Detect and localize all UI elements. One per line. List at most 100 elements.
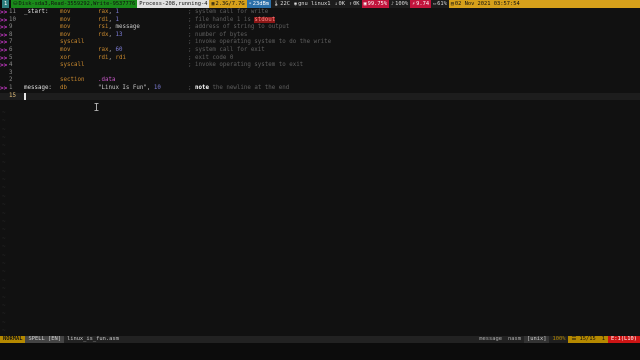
code-text: xor rdi, rdi; exit code 0 (24, 55, 233, 63)
operand-dir: .data (98, 77, 116, 84)
empty-line-filler: ~ (0, 311, 640, 319)
operand-separator: , (146, 85, 154, 91)
empty-line-filler: ~ (0, 211, 640, 219)
code-line[interactable]: >> 1 message: db "Linux Is Fun", 10; note th… (0, 85, 640, 93)
operand-num: 60 (115, 47, 123, 53)
editor-buffer[interactable]: >> 11 _start: mov rax, 1; system call for wr… (0, 9, 640, 336)
code-line[interactable]: >> 9 mov rsi, message; address of string to… (0, 24, 640, 32)
empty-line-filler: ~ (0, 269, 640, 277)
line-number: 5 (9, 54, 13, 61)
comment-text: ; system call for exit (188, 47, 265, 53)
tilde-marker: ~ (2, 311, 6, 318)
speaker-icon: ♪ (391, 1, 395, 7)
code-line[interactable]: >> 8 mov rdx, 13; number of bytes (0, 32, 640, 40)
mouse-ibeam-cursor (94, 103, 99, 111)
asm-operands: rax, 1 (98, 9, 188, 17)
mode-indicator: NORMAL (0, 336, 26, 343)
line-number: 11 (9, 9, 16, 15)
vim-statusline: NORMAL SPELL [EN] linux_is_fun.asm messa… (0, 336, 640, 343)
code-line[interactable]: >> 5 xor rdi, rdi; exit code 0 (0, 55, 640, 63)
sign-column: >> (0, 62, 8, 70)
tilde-marker: ~ (2, 168, 6, 175)
asm-instruction: xor (60, 54, 71, 61)
code-text: section .data (24, 77, 188, 85)
system-status-bar: 1 ⛁ Disk-sda3,Read-3559292,Write-9537776… (0, 0, 640, 8)
comment-text: the newline at the end (208, 85, 290, 91)
error-sign-marker: >> (0, 47, 8, 54)
operand-num: 10 (153, 85, 161, 91)
clock-text: 02 Nov 2021 03:57:54 (454, 1, 520, 7)
battery-text: 61% (437, 1, 447, 7)
empty-line-filler: ~ (0, 328, 640, 336)
code-text: mov rax, 60; system call for exit (24, 47, 265, 55)
empty-line-filler: ~ (0, 118, 640, 126)
tilde-marker: ~ (2, 286, 6, 293)
command-line[interactable] (0, 343, 640, 360)
battery-time-text: 9.74 (416, 1, 430, 7)
line-number: 6 (9, 47, 13, 53)
asm-instruction: syscall (60, 39, 85, 46)
sign-column: >> (0, 17, 8, 25)
cpu-text: 99.75% (367, 1, 388, 7)
code-line[interactable]: 15 (0, 92, 640, 101)
code-line[interactable]: >> 6 mov rax, 60; system call for exit (0, 47, 640, 55)
operand-num: 1 (115, 16, 119, 23)
cpu-widget: ▣ 99.75% (361, 0, 390, 8)
cpu-icon: ▣ (363, 1, 367, 7)
asm-operands: rdi, 1 (98, 17, 188, 25)
error-sign-marker: >> (0, 39, 8, 47)
volume-widget[interactable]: ♪ 100% (389, 0, 410, 8)
sign-column: >> (0, 39, 8, 47)
sign-column: >> (0, 32, 8, 40)
error-sign-marker: >> (0, 16, 8, 24)
line-number: 3 (9, 69, 13, 76)
operand-reg: rdi (98, 16, 109, 23)
operand-reg: rax (98, 9, 109, 15)
process-widget: Process-208,running-4 (137, 0, 210, 8)
code-line[interactable]: 2 section .data (0, 77, 640, 85)
filename: linux_is_fun.asm (66, 336, 119, 342)
empty-line-filler: ~ (0, 244, 640, 252)
code-line[interactable]: >> 7 syscall ; invoke operating system to d… (0, 39, 640, 47)
download-widget: ↓ 0K (333, 0, 348, 8)
operand-str: "Linux Is Fun" (98, 85, 147, 91)
download-text: 0K (338, 1, 346, 7)
operand-reg: rdi (98, 54, 109, 61)
comment-text: ; number of bytes (188, 31, 248, 38)
code-line[interactable]: >> 10 mov rdi, 1; file handle 1 is stdout (0, 16, 640, 25)
operand-str: message (115, 24, 140, 31)
empty-line-filler: ~ (0, 253, 640, 261)
empty-line-filler: ~ (0, 127, 640, 135)
function-indicator: message (479, 336, 503, 342)
code-line[interactable]: >> 4 syscall ; invoke operating system to e… (0, 62, 640, 70)
thermometer-icon: 🌡 (272, 1, 280, 7)
code-line[interactable]: >> 11 _start: mov rax, 1; system call for wr… (0, 9, 640, 17)
empty-line-filler: ~ (0, 278, 640, 286)
volume-text: 100% (395, 1, 409, 7)
code-text: message: db "Linux Is Fun", 10; note the n… (24, 85, 289, 93)
error-highlight: stdout (254, 16, 276, 23)
empty-line-filler: ~ (0, 185, 640, 193)
operand-reg: rdi (115, 54, 126, 61)
code-text: mov rsi, message; address of string to ou… (24, 24, 289, 32)
tilde-marker: ~ (2, 210, 6, 217)
tilde-marker: ~ (2, 277, 6, 284)
line-number: 10 (9, 16, 16, 23)
line-number: 1 (9, 85, 13, 91)
asm-operands: rax, 60 (98, 47, 188, 55)
sign-column: >> (0, 55, 8, 63)
empty-line-filler: ~ (0, 177, 640, 185)
code-line[interactable]: 3 (0, 70, 640, 78)
workspace-1[interactable]: 1 (2, 0, 10, 8)
workspace-indicator[interactable]: 1 (0, 0, 12, 8)
tilde-marker: ~ (2, 151, 6, 158)
asm-instruction: mov (60, 24, 71, 31)
tilde-marker: ~ (2, 193, 6, 200)
wifi-text: 23dBm (252, 1, 269, 7)
error-sign-marker: >> (0, 54, 8, 62)
tilde-marker: ~ (2, 109, 6, 116)
error-sign-marker: >> (0, 85, 8, 92)
comment-text: ; system call for write (188, 9, 269, 15)
tilde-marker: ~ (2, 261, 6, 267)
line-number: 15 (9, 92, 16, 99)
